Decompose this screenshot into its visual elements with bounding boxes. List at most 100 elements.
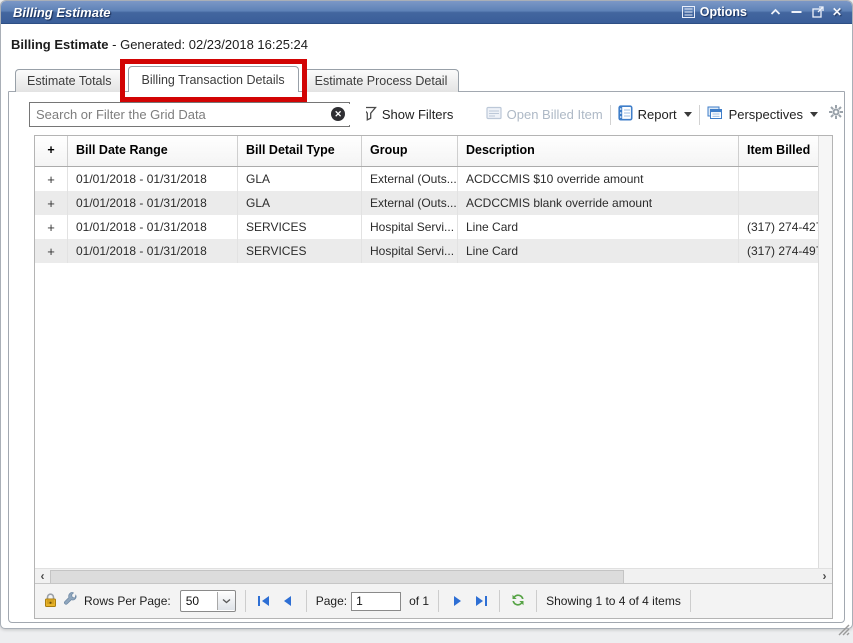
close-button[interactable]: ✕ <box>832 4 842 20</box>
page-input[interactable] <box>351 592 401 611</box>
chevron-down-icon <box>217 592 235 610</box>
resize-grip[interactable] <box>836 622 850 641</box>
next-page-button[interactable] <box>448 592 466 610</box>
cell-description: ACDCCMIS blank override amount <box>458 191 739 215</box>
open-billed-item-label: Open Billed Item <box>507 107 603 122</box>
toolbar-separator <box>699 105 700 125</box>
grid-toolbar: ✕ Show Filters Open Billed Item <box>9 101 844 128</box>
wrench-icon <box>63 592 78 610</box>
tab-panel: ✕ Show Filters Open Billed Item <box>8 91 845 623</box>
column-header-description[interactable]: Description <box>458 136 739 166</box>
footer-separator <box>499 590 500 612</box>
cell-bill-detail-type: SERVICES <box>238 215 362 239</box>
table-row[interactable]: + 01/01/2018 - 01/31/2018 GLA External (… <box>35 167 819 191</box>
tools-button[interactable] <box>63 592 78 610</box>
billing-estimate-window: Billing Estimate Options <box>0 0 853 629</box>
open-billed-item-icon <box>486 106 502 123</box>
options-button[interactable]: Options <box>682 4 747 20</box>
chevron-down-icon <box>810 112 818 117</box>
options-list-icon <box>682 5 696 19</box>
horizontal-scrollbar-thumb[interactable] <box>50 570 624 584</box>
footer-separator <box>245 590 246 612</box>
window-title: Billing Estimate <box>1 5 111 20</box>
minimize-icon <box>790 5 804 19</box>
show-filters-button[interactable]: Show Filters <box>361 106 454 124</box>
grid-rows: + 01/01/2018 - 01/31/2018 GLA External (… <box>35 167 819 263</box>
page-of-label: of 1 <box>409 594 429 608</box>
cell-group: External (Outs... <box>362 167 458 191</box>
cell-bill-date-range: 01/01/2018 - 01/31/2018 <box>68 191 238 215</box>
tab-label: Billing Transaction Details <box>142 73 285 87</box>
cell-group: Hospital Servi... <box>362 239 458 263</box>
scroll-left-arrow-icon[interactable]: ‹ <box>35 569 50 583</box>
popout-button[interactable] <box>811 4 825 20</box>
generated-line-title: Billing Estimate <box>11 37 109 52</box>
refresh-icon <box>510 592 526 611</box>
tab-estimate-totals[interactable]: Estimate Totals <box>15 69 124 92</box>
footer-separator <box>690 590 691 612</box>
report-icon <box>618 105 633 124</box>
show-filters-label: Show Filters <box>382 107 454 122</box>
cell-item-billed <box>739 191 819 215</box>
tab-label: Estimate Totals <box>27 74 112 88</box>
grid-header-row: + Bill Date Range Bill Detail Type Group… <box>35 136 819 167</box>
column-header-bill-date-range[interactable]: Bill Date Range <box>68 136 238 166</box>
expand-row-button[interactable]: + <box>35 167 68 191</box>
grid-footer: Rows Per Page: 50 <box>35 583 832 618</box>
table-row[interactable]: + 01/01/2018 - 01/31/2018 GLA External (… <box>35 191 819 215</box>
column-header-expand[interactable]: + <box>35 136 68 166</box>
cell-item-billed: (317) 274-4977 <box>739 239 819 263</box>
popout-icon <box>811 5 825 19</box>
perspectives-icon <box>707 106 724 124</box>
refresh-button[interactable] <box>509 592 527 610</box>
settings-gear-icon <box>828 104 844 125</box>
cell-description: Line Card <box>458 239 739 263</box>
column-header-bill-detail-type[interactable]: Bill Detail Type <box>238 136 362 166</box>
scroll-right-arrow-icon[interactable]: › <box>817 569 832 583</box>
data-grid: + Bill Date Range Bill Detail Type Group… <box>34 135 833 619</box>
vertical-scrollbar[interactable] <box>818 136 832 569</box>
expand-row-button[interactable]: + <box>35 191 68 215</box>
previous-page-button[interactable] <box>279 592 297 610</box>
tab-billing-transaction-details[interactable]: Billing Transaction Details <box>128 66 299 92</box>
horizontal-scrollbar[interactable]: ‹ › <box>35 568 832 584</box>
table-row[interactable]: + 01/01/2018 - 01/31/2018 SERVICES Hospi… <box>35 239 819 263</box>
footer-separator <box>306 590 307 612</box>
tab-estimate-process-detail[interactable]: Estimate Process Detail <box>303 69 460 92</box>
lock-button[interactable] <box>43 592 58 611</box>
footer-separator <box>438 590 439 612</box>
minimize-button[interactable] <box>790 4 804 20</box>
expand-row-button[interactable]: + <box>35 215 68 239</box>
showing-items-text: Showing 1 to 4 of 4 items <box>546 594 681 608</box>
titlebar-controls: Options <box>682 4 852 20</box>
lock-icon <box>43 592 58 611</box>
clear-search-icon[interactable]: ✕ <box>331 107 345 121</box>
cell-description: Line Card <box>458 215 739 239</box>
first-page-button[interactable] <box>255 592 273 610</box>
cell-bill-detail-type: SERVICES <box>238 239 362 263</box>
generated-line-timestamp: - Generated: 02/23/2018 16:25:24 <box>109 37 309 52</box>
cell-group: Hospital Servi... <box>362 215 458 239</box>
perspectives-button[interactable]: Perspectives <box>707 106 818 124</box>
table-row[interactable]: + 01/01/2018 - 01/31/2018 SERVICES Hospi… <box>35 215 819 239</box>
titlebar[interactable]: Billing Estimate Options <box>1 1 852 24</box>
last-page-button[interactable] <box>472 592 490 610</box>
open-billed-item-button[interactable]: Open Billed Item <box>486 106 603 123</box>
report-button[interactable]: Report <box>618 105 692 124</box>
tab-label: Estimate Process Detail <box>315 74 448 88</box>
chevron-up-icon <box>769 5 783 19</box>
grid-settings-button[interactable] <box>828 104 844 125</box>
cell-bill-date-range: 01/01/2018 - 01/31/2018 <box>68 215 238 239</box>
toolbar-separator <box>610 105 611 125</box>
cell-item-billed: (317) 274-4278 <box>739 215 819 239</box>
report-label: Report <box>638 107 677 122</box>
collapse-button[interactable] <box>769 4 783 20</box>
column-header-item-billed[interactable]: Item Billed <box>739 136 819 166</box>
expand-row-button[interactable]: + <box>35 239 68 263</box>
chevron-down-icon <box>684 112 692 117</box>
cell-item-billed <box>739 167 819 191</box>
column-header-group[interactable]: Group <box>362 136 458 166</box>
rows-per-page-select[interactable]: 50 <box>180 590 236 612</box>
cell-bill-detail-type: GLA <box>238 191 362 215</box>
search-input[interactable] <box>34 104 366 125</box>
